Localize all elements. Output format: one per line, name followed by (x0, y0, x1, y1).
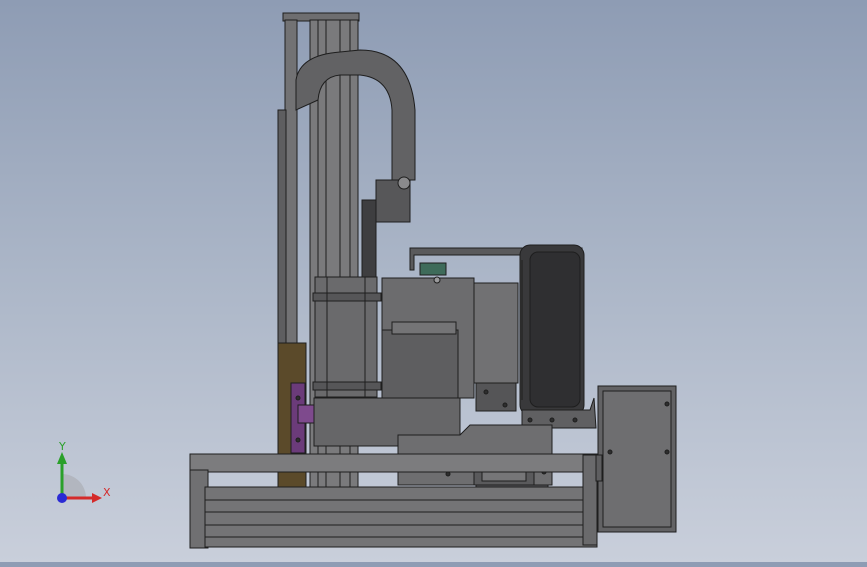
coordinate-triad: Y X (40, 438, 120, 508)
stepper-motor (312, 276, 382, 398)
model-scene[interactable] (0, 0, 867, 562)
filament-spool[interactable] (519, 244, 585, 416)
electronics-enclosure[interactable] (595, 385, 677, 533)
base-frame (189, 453, 601, 549)
cad-viewport[interactable]: Y X (0, 0, 867, 562)
x-axis-label: X (103, 486, 111, 499)
y-axis-label: Y (59, 440, 66, 453)
